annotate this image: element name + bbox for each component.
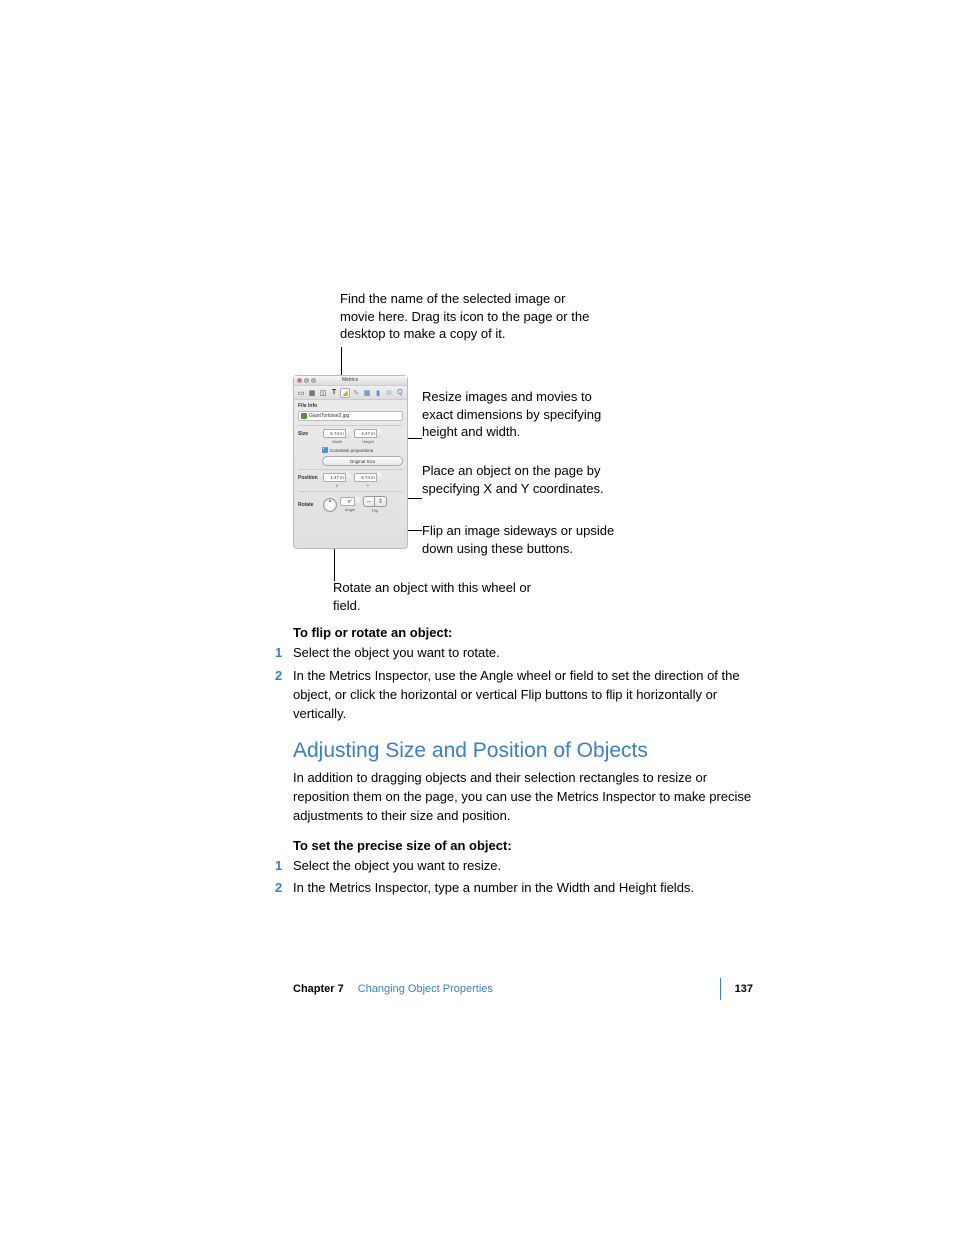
step-number: 2 (275, 667, 293, 724)
angle-field[interactable]: 0° (340, 497, 360, 506)
page-footer: Chapter 7 Changing Object Properties 137 (293, 978, 753, 1000)
height-value: 4.47 in (361, 431, 375, 436)
y-field[interactable]: 5.74 in (354, 473, 382, 482)
x-field[interactable]: 1.47 in (323, 473, 351, 482)
section-heading: Adjusting Size and Position of Objects (293, 739, 753, 763)
angle-value: 0° (348, 499, 352, 504)
callout-size: Resize images and movies to exact dimens… (422, 388, 622, 441)
divider (298, 425, 403, 426)
footer-divider (720, 978, 721, 1000)
document-tab-icon[interactable]: ▭ (296, 388, 306, 398)
inspector-tabs: ▭ ▦ ◫ T ◢ ✎ ▦ ▮ ⊙ Q (294, 386, 407, 400)
constrain-label: Constrain proportions (330, 448, 373, 453)
position-row: Position 1.47 in X 5.74 in Y (294, 472, 407, 489)
leader-line (408, 498, 422, 499)
size-label: Size (298, 429, 320, 437)
divider (298, 491, 403, 492)
callout-position: Place an object on the page by specifyin… (422, 462, 622, 497)
minimize-icon[interactable] (304, 378, 309, 383)
x-sublabel: X (336, 483, 339, 488)
height-stepper[interactable] (376, 429, 382, 438)
procedure-heading: To set the precise size of an object: (293, 838, 753, 853)
x-stepper[interactable] (345, 473, 351, 482)
step-text: Select the object you want to rotate. (293, 644, 500, 663)
constrain-checkbox[interactable] (322, 447, 328, 453)
y-value: 5.74 in (361, 475, 375, 480)
flip-sublabel: Flip (372, 508, 378, 513)
angle-stepper[interactable] (354, 497, 360, 506)
width-field[interactable]: 6.74 in (323, 429, 351, 438)
footer-title: Changing Object Properties (358, 983, 706, 995)
step-text: In the Metrics Inspector, type a number … (293, 879, 694, 898)
flip-vertical-button[interactable]: ⇕ (375, 496, 387, 507)
file-name: GiantTortoise2.jpg (309, 413, 349, 419)
quicktime-tab-icon[interactable]: Q (395, 388, 405, 398)
text-tab-icon[interactable]: T (329, 388, 339, 398)
layout-tab-icon[interactable]: ▦ (307, 388, 317, 398)
original-size-button[interactable]: Original Size (322, 456, 403, 466)
inspector-titlebar: Metrics (294, 376, 407, 386)
table-tab-icon[interactable]: ▦ (362, 388, 372, 398)
close-icon[interactable] (297, 378, 302, 383)
angle-wheel[interactable] (323, 498, 337, 512)
file-info-field[interactable]: GiantTortoise2.jpg (298, 411, 403, 421)
divider (298, 469, 403, 470)
callout-file-info: Find the name of the selected image or m… (340, 290, 600, 343)
step-number: 1 (275, 857, 293, 876)
y-sublabel: Y (367, 483, 370, 488)
leader-line (341, 347, 342, 378)
width-value: 6.74 in (330, 431, 344, 436)
traffic-lights (297, 378, 316, 383)
file-thumbnail-icon (301, 413, 307, 419)
footer-page-number: 137 (735, 983, 753, 995)
step-text: In the Metrics Inspector, use the Angle … (293, 667, 753, 724)
height-sublabel: Height (362, 439, 374, 444)
metrics-inspector-panel: Metrics ▭ ▦ ◫ T ◢ ✎ ▦ ▮ ⊙ Q File Info Gi… (293, 375, 408, 549)
size-row: Size 6.74 in Width 4.47 in Height (294, 428, 407, 445)
callout-flip: Flip an image sideways or upside down us… (422, 522, 622, 557)
flip-horizontal-button[interactable]: ⇔ (363, 496, 375, 507)
position-label: Position (298, 473, 320, 481)
step-number: 2 (275, 879, 293, 898)
zoom-icon[interactable] (311, 378, 316, 383)
width-sublabel: Width (332, 439, 342, 444)
metrics-tab-icon[interactable]: ◢ (340, 388, 350, 398)
wrap-tab-icon[interactable]: ◫ (318, 388, 328, 398)
height-field[interactable]: 4.47 in (354, 429, 382, 438)
footer-chapter: Chapter 7 (293, 983, 344, 995)
angle-sublabel: Angle (345, 507, 355, 512)
procedure-flip-rotate: To flip or rotate an object: 1 Select th… (293, 625, 753, 727)
section-adjusting-size: Adjusting Size and Position of Objects I… (293, 739, 753, 902)
procedure-heading: To flip or rotate an object: (293, 625, 753, 640)
y-stepper[interactable] (376, 473, 382, 482)
file-info-label: File Info (294, 400, 407, 411)
section-paragraph: In addition to dragging objects and thei… (293, 769, 753, 826)
inspector-title: Metrics (342, 377, 358, 383)
leader-line (408, 438, 422, 439)
chart-tab-icon[interactable]: ▮ (373, 388, 383, 398)
rotate-label: Rotate (298, 502, 320, 508)
link-tab-icon[interactable]: ⊙ (384, 388, 394, 398)
step-text: Select the object you want to resize. (293, 857, 501, 876)
x-value: 1.47 in (330, 475, 344, 480)
leader-line (408, 530, 422, 531)
rotate-row: Rotate 0° Angle ⇔ ⇕ Flip (294, 494, 407, 515)
width-stepper[interactable] (345, 429, 351, 438)
callout-rotate: Rotate an object with this wheel or fiel… (333, 579, 533, 614)
step-number: 1 (275, 644, 293, 663)
graphic-tab-icon[interactable]: ✎ (351, 388, 361, 398)
